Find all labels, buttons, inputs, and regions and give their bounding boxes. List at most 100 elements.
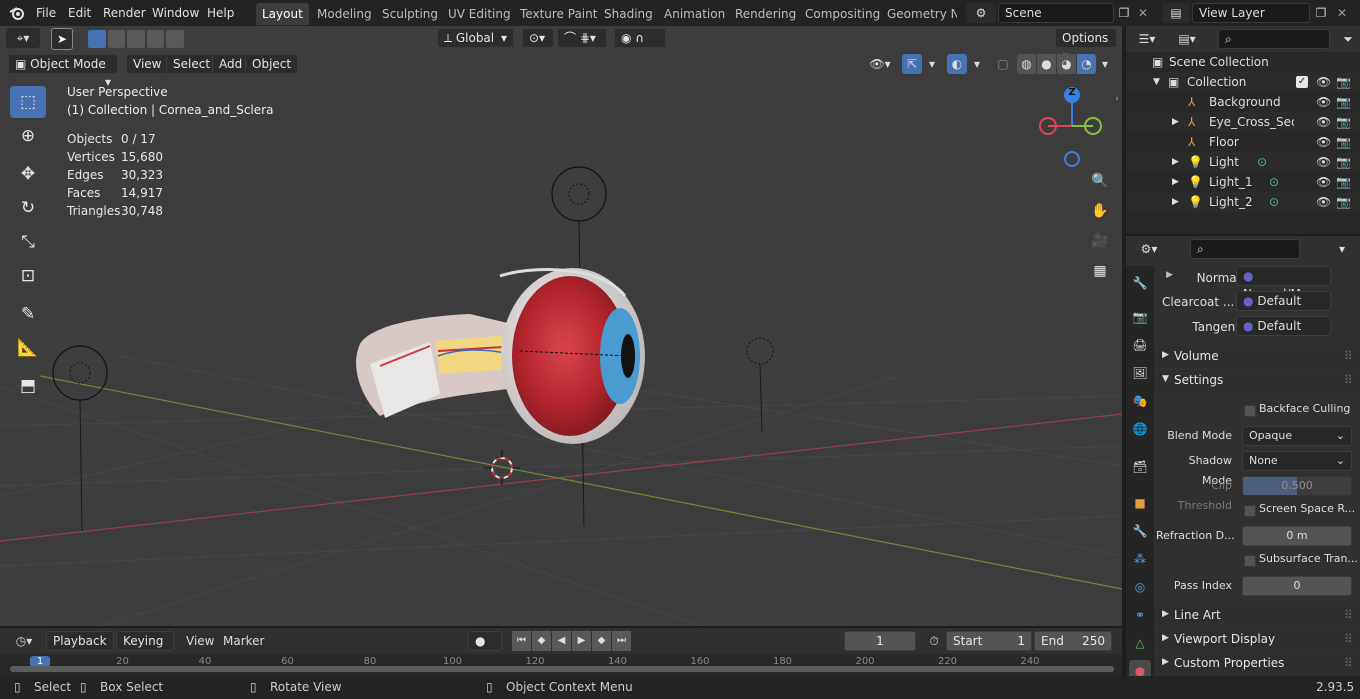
play-reverse-icon[interactable]: ◀ bbox=[552, 631, 571, 651]
object-menu[interactable]: Object bbox=[245, 54, 299, 74]
visibility-eye-icon[interactable]: 👁 bbox=[1316, 132, 1331, 152]
chevron-down-icon[interactable]: ▾ bbox=[1332, 239, 1352, 259]
tab-layout[interactable]: Layout bbox=[256, 3, 309, 25]
options-dropdown[interactable]: Options ▾ bbox=[1055, 28, 1117, 63]
menu-help[interactable]: Help bbox=[202, 3, 239, 23]
blend-mode-dropdown[interactable]: Opaque ⌄ bbox=[1242, 426, 1352, 446]
wireframe-shading-icon[interactable]: ◍ bbox=[1017, 54, 1036, 74]
visibility-eye-icon[interactable]: 👁 bbox=[1316, 152, 1331, 172]
render-camera-icon[interactable]: 📷 bbox=[1336, 132, 1351, 152]
snap-toggle[interactable]: ⌒ ⋕▾ bbox=[557, 28, 607, 48]
data-tab-icon[interactable]: △ bbox=[1129, 632, 1151, 654]
filter-icon[interactable]: ⏷ bbox=[1340, 29, 1356, 49]
drag-handle-icon[interactable]: ⠿ bbox=[1344, 373, 1353, 387]
expand-arrow-icon[interactable]: ▶ bbox=[1172, 192, 1179, 212]
zoom-icon[interactable]: 🔍 bbox=[1087, 168, 1113, 194]
constraint-icon[interactable]: ⊙ bbox=[1269, 192, 1279, 212]
expand-arrow-icon[interactable]: ▶ bbox=[1172, 152, 1179, 172]
timeline-view-menu[interactable]: View bbox=[182, 631, 218, 651]
drag-handle-icon[interactable]: ⠿ bbox=[1344, 632, 1353, 646]
outliner-row-object[interactable]: ⅄ Floor 👁 📷 bbox=[1126, 132, 1360, 152]
menu-edit[interactable]: Edit bbox=[63, 3, 96, 23]
output-tab-icon[interactable]: 🖨 bbox=[1129, 334, 1151, 356]
subsurface-translucency-checkbox[interactable] bbox=[1244, 555, 1256, 567]
3d-viewport[interactable]: Z ⌖▾ ➤ ⟂ Global ▾ ⊙▾ ⌒ ⋕▾ ◉ ∩ Options ▾ … bbox=[0, 26, 1122, 626]
outliner-row-object[interactable]: ⅄ Background 👁 📷 bbox=[1126, 92, 1360, 112]
render-camera-icon[interactable]: 📷 bbox=[1336, 172, 1351, 192]
constraint-icon[interactable]: ⊙ bbox=[1269, 172, 1279, 192]
visibility-eye-icon[interactable]: 👁 bbox=[1316, 172, 1331, 192]
select-intersect-icon[interactable] bbox=[166, 30, 184, 48]
keying-menu[interactable]: Keying ▾ bbox=[116, 631, 174, 666]
tab-animation[interactable]: Animation bbox=[658, 3, 731, 25]
chevron-down-icon[interactable]: ▾ bbox=[1097, 54, 1113, 74]
outliner-row-collection[interactable]: ▼ ▣ Collection ✓ 👁 📷 bbox=[1126, 72, 1360, 92]
select-subtract-icon[interactable] bbox=[127, 30, 145, 48]
exclude-checkbox[interactable]: ✓ bbox=[1296, 76, 1308, 88]
material-shading-icon[interactable]: ◕ bbox=[1057, 54, 1076, 74]
tab-geometry-nodes[interactable]: Geometry No bbox=[881, 3, 957, 25]
properties-search-input[interactable]: ⌕ bbox=[1190, 239, 1300, 259]
constraints-tab-icon[interactable]: ⚭ bbox=[1129, 604, 1151, 626]
visibility-eye-icon[interactable]: 👁 bbox=[1316, 192, 1331, 212]
volume-panel-header[interactable]: ▶ Volume ⠿ bbox=[1154, 346, 1360, 368]
chevron-down-icon[interactable]: ▾ bbox=[969, 54, 985, 74]
xray-toggle-icon[interactable]: ▢ bbox=[994, 54, 1012, 74]
pivot-point-dropdown[interactable]: ⊙▾ bbox=[522, 28, 554, 48]
scene-selector-icon[interactable]: ⚙ bbox=[966, 3, 996, 23]
add-menu[interactable]: Add bbox=[212, 54, 250, 74]
render-camera-icon[interactable]: 📷 bbox=[1336, 112, 1351, 132]
particles-tab-icon[interactable]: ⁂ bbox=[1129, 548, 1151, 570]
physics-tab-icon[interactable]: ◎ bbox=[1129, 576, 1151, 598]
view-layer-tab-icon[interactable]: 🖼 bbox=[1129, 362, 1151, 384]
transform-orientation-dropdown[interactable]: ⟂ Global ▾ bbox=[437, 28, 514, 48]
transform-tool-icon[interactable]: ⊡ bbox=[10, 260, 46, 292]
view-menu[interactable]: View bbox=[126, 54, 169, 74]
move-tool-icon[interactable]: ✥ bbox=[10, 158, 46, 190]
visibility-icon[interactable]: 👁▾ bbox=[866, 54, 894, 74]
drag-handle-icon[interactable]: ⠿ bbox=[1344, 608, 1353, 622]
drag-handle-icon[interactable]: ⠿ bbox=[1344, 656, 1353, 670]
render-camera-icon[interactable]: 📷 bbox=[1336, 192, 1351, 212]
end-frame-field[interactable]: End 250 bbox=[1034, 631, 1112, 651]
tangent-socket-field[interactable]: ● Default bbox=[1236, 316, 1331, 336]
render-camera-icon[interactable]: 📷 bbox=[1336, 92, 1351, 112]
modifier-tab-icon[interactable]: 🔧 bbox=[1129, 520, 1151, 542]
gizmo-toggle-icon[interactable]: ⇱ bbox=[902, 54, 922, 74]
select-extend-icon[interactable] bbox=[107, 30, 126, 48]
measure-tool-icon[interactable]: 📐 bbox=[10, 332, 46, 364]
viewport-display-panel-header[interactable]: ▶ Viewport Display ⠿ bbox=[1154, 629, 1360, 651]
normal-socket-field[interactable]: ● Normal/Map bbox=[1236, 266, 1331, 301]
select-invert-icon[interactable] bbox=[146, 30, 165, 48]
rendered-shading-icon[interactable]: ◔ bbox=[1077, 54, 1096, 74]
jump-end-icon[interactable]: ⏭ bbox=[612, 631, 631, 651]
new-view-layer-icon[interactable]: ❐ bbox=[1313, 5, 1329, 21]
tool-tab-icon[interactable]: 🔧 bbox=[1129, 272, 1151, 294]
visibility-eye-icon[interactable]: 👁 bbox=[1316, 92, 1331, 112]
scene-tab-icon[interactable]: 🎭 bbox=[1129, 390, 1151, 412]
next-keyframe-icon[interactable]: ◆ bbox=[592, 631, 611, 651]
select-menu[interactable]: Select bbox=[166, 54, 218, 74]
line-art-panel-header[interactable]: ▶ Line Art ⠿ bbox=[1154, 605, 1360, 627]
tab-compositing[interactable]: Compositing bbox=[799, 3, 886, 25]
sidebar-toggle-icon[interactable]: ‹ bbox=[1112, 92, 1122, 106]
backface-culling-checkbox[interactable] bbox=[1244, 405, 1256, 417]
auto-keying-toggle[interactable]: ● ▾ bbox=[468, 631, 502, 666]
render-tab-icon[interactable]: 📷 bbox=[1129, 306, 1151, 328]
scale-tool-icon[interactable]: ⤡ bbox=[10, 226, 46, 258]
camera-view-icon[interactable]: 🎥 bbox=[1087, 228, 1113, 254]
proportional-edit-toggle[interactable]: ◉ ∩ bbox=[614, 28, 666, 48]
select-tool-icon[interactable]: ➤ bbox=[51, 28, 73, 50]
chevron-down-icon[interactable]: ▾ bbox=[924, 54, 940, 74]
delete-view-layer-icon[interactable]: ✕ bbox=[1334, 5, 1350, 21]
timeline-scrollbar[interactable] bbox=[10, 666, 1114, 672]
tab-uv-editing[interactable]: UV Editing bbox=[442, 3, 517, 25]
settings-panel-header[interactable]: ▼ Settings ⠿ bbox=[1154, 370, 1360, 392]
mode-dropdown[interactable]: ▣ Object Mode ▾ bbox=[8, 54, 118, 89]
screen-space-refraction-checkbox[interactable] bbox=[1244, 505, 1256, 517]
solid-shading-icon[interactable]: ● bbox=[1037, 54, 1056, 74]
eye-model[interactable] bbox=[356, 268, 645, 444]
world-tab-icon[interactable]: 🌐 bbox=[1129, 418, 1151, 440]
menu-file[interactable]: File bbox=[31, 3, 61, 23]
select-box-tool-icon[interactable]: ⬚ bbox=[10, 86, 46, 118]
